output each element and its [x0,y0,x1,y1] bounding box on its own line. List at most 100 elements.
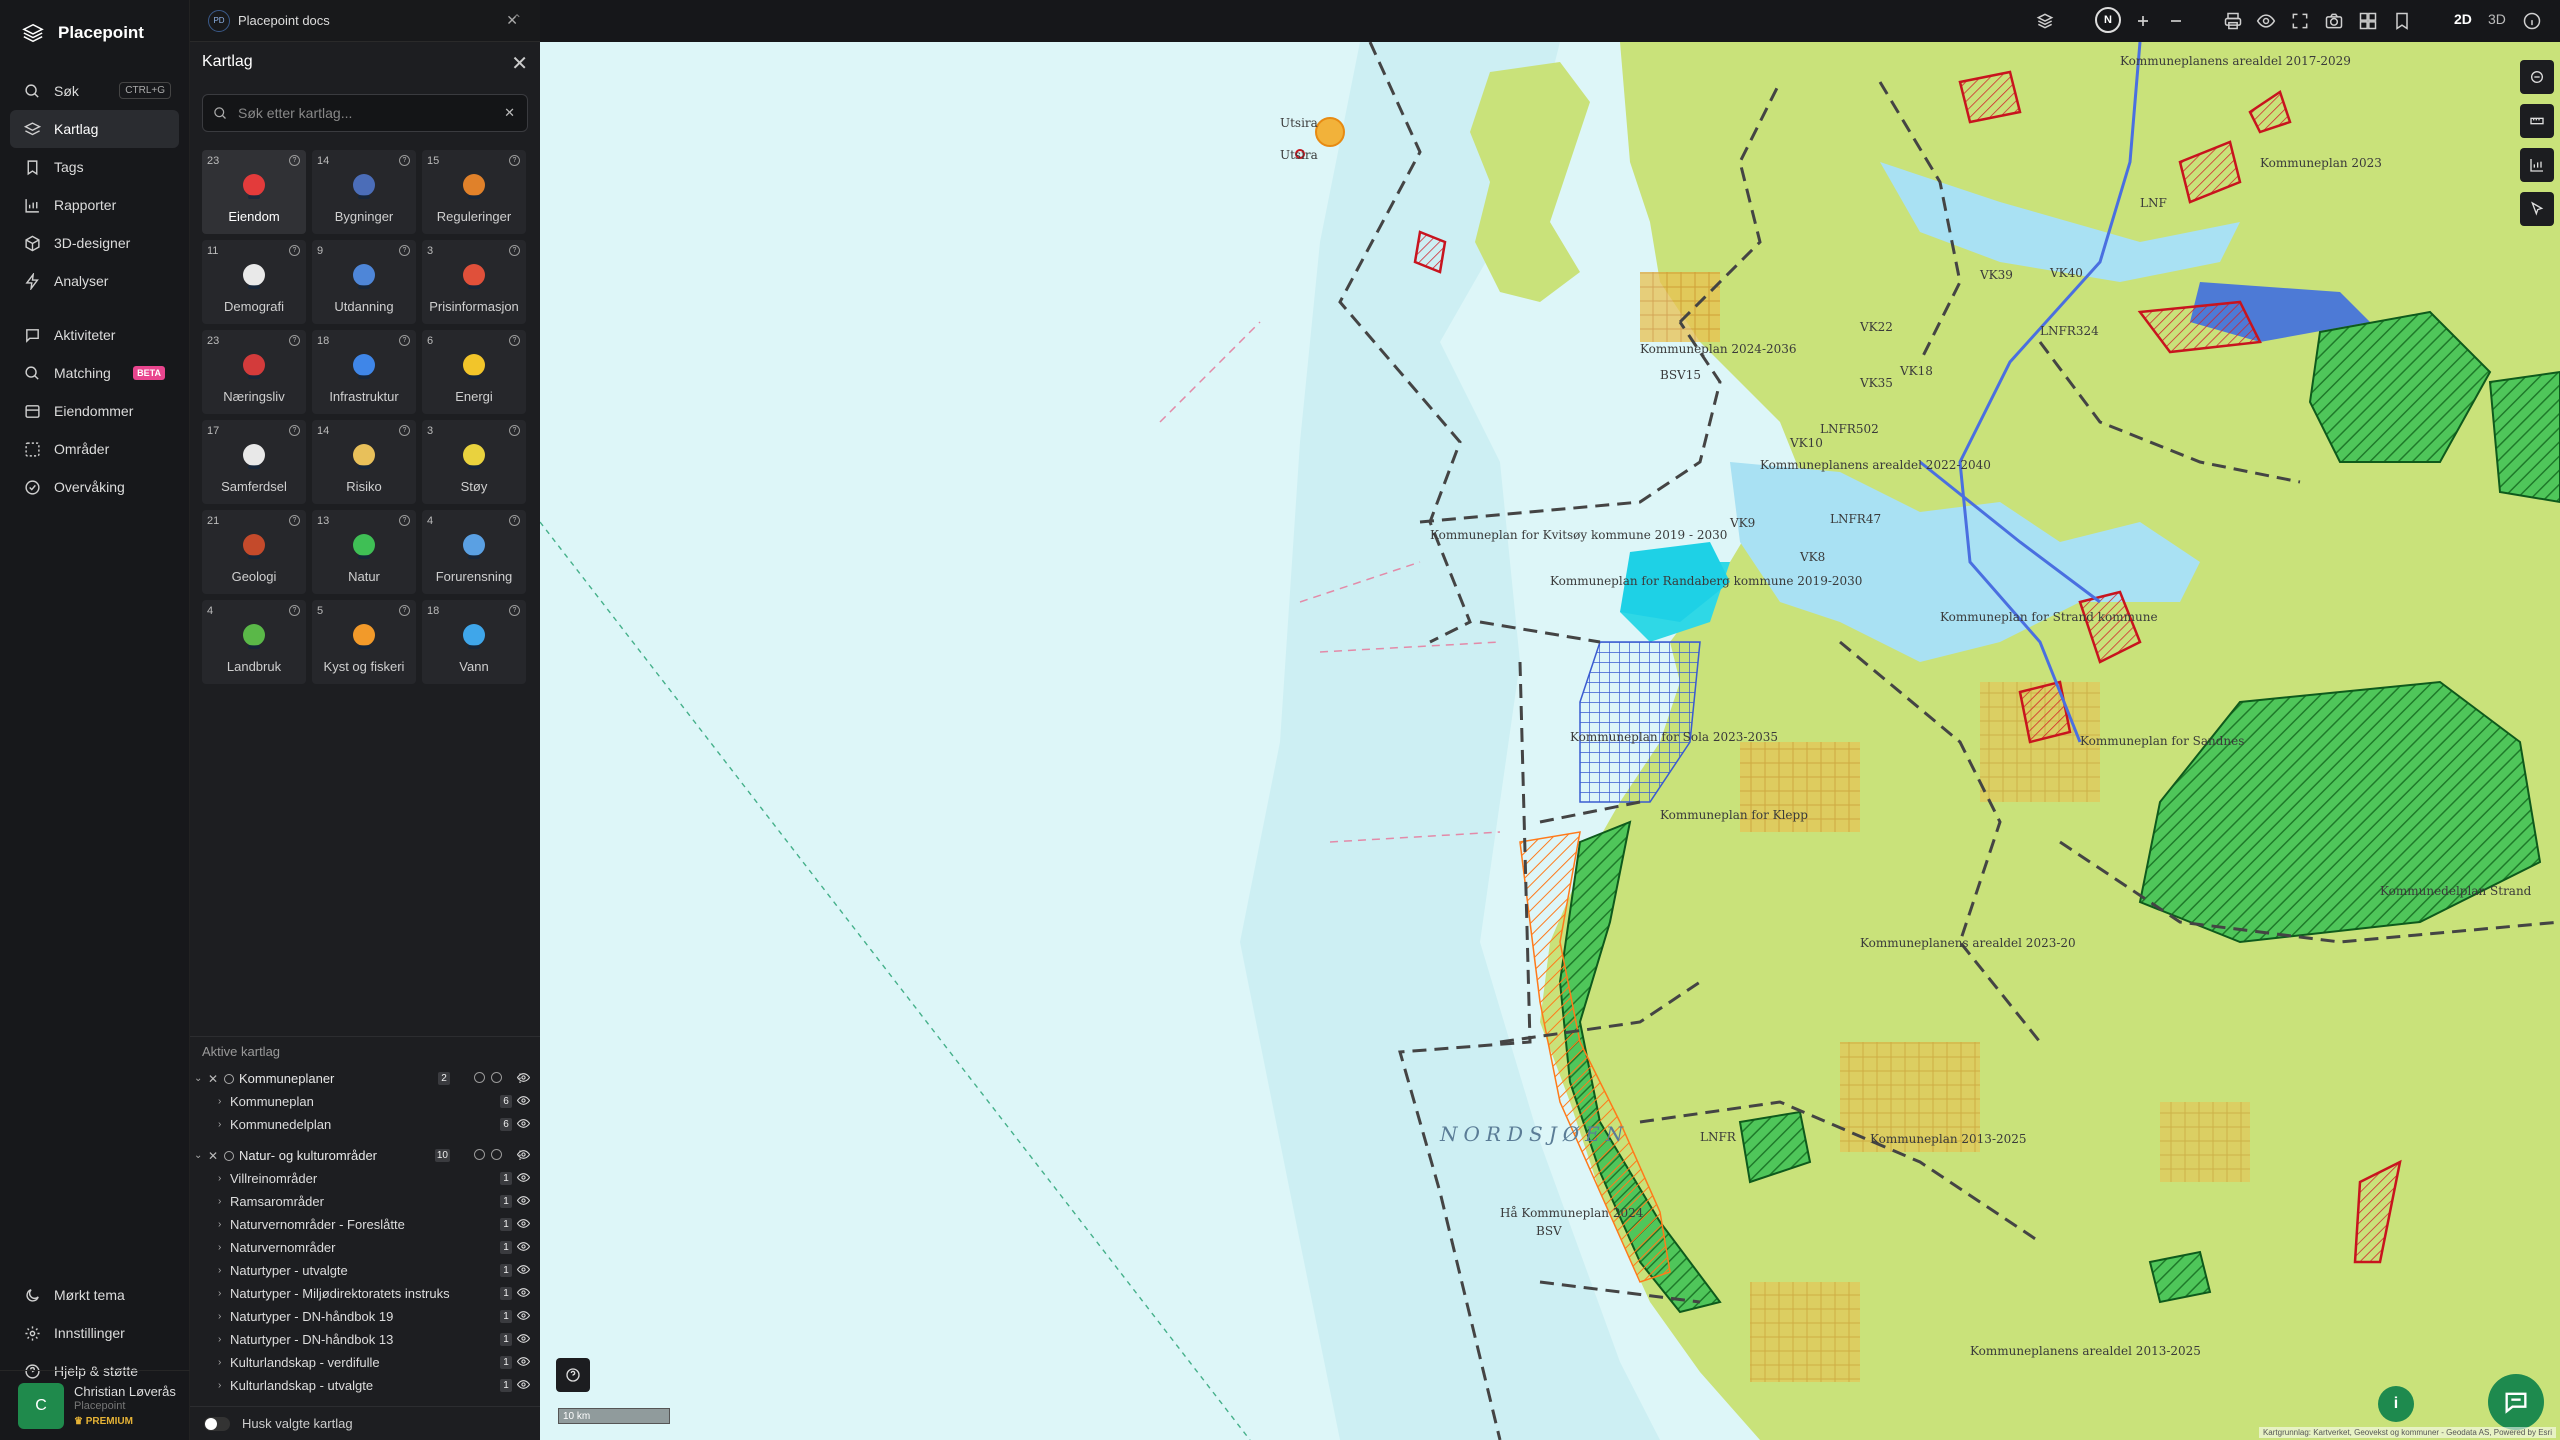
nav-item-overvaking[interactable]: Overvåking [10,468,179,506]
nav-item-aktiviteter[interactable]: Aktiviteter [10,316,179,354]
eye-icon[interactable] [517,1173,530,1182]
chevron-right-icon[interactable]: › [218,1173,230,1184]
layer-category-tile[interactable]: 14? Bygninger [312,150,416,234]
info-icon[interactable]: ? [399,605,410,616]
chart-tool-button[interactable] [2520,148,2554,182]
layer-row[interactable]: › Ramsarområder 1 [190,1190,540,1213]
info-icon[interactable]: ? [399,335,410,346]
layer-row[interactable]: › Naturtyper - Miljødirektoratets instruk… [190,1282,540,1305]
layer-row[interactable]: › Kulturlandskap - utvalgte 1 [190,1374,540,1397]
info-icon[interactable] [2522,11,2542,31]
layer-category-tile[interactable]: 3? Støy [422,420,526,504]
info-icon[interactable]: ? [289,155,300,166]
info-icon[interactable]: ? [509,155,520,166]
chevron-right-icon[interactable]: › [218,1357,230,1368]
remove-group-icon[interactable]: ✕ [208,1149,222,1163]
nav-item-tags[interactable]: Tags [10,148,179,186]
nav-item-eiendommer[interactable]: Eiendommer [10,392,179,430]
chevron-right-icon[interactable]: › [218,1265,230,1276]
opacity-icon[interactable] [474,1072,485,1083]
camera-icon[interactable] [2324,11,2344,31]
layer-row[interactable]: › Naturvernområder - Foreslåtte 1 [190,1213,540,1236]
layer-row[interactable]: › Naturtyper - DN-håndbok 13 1 [190,1328,540,1351]
eye-icon[interactable] [517,1196,530,1205]
info-icon[interactable]: ? [399,155,410,166]
map-help-button[interactable] [556,1358,590,1392]
nav-item-search[interactable]: Søk CTRL+G [10,72,179,110]
close-panel-button[interactable]: ✕ [511,51,528,76]
layer-category-tile[interactable]: 18? Vann [422,600,526,684]
info-icon[interactable]: ? [399,515,410,526]
info-icon[interactable]: ? [289,245,300,256]
eye-icon[interactable] [517,1288,530,1297]
eye-icon[interactable] [517,1357,530,1366]
layer-row[interactable]: › Naturvernområder 1 [190,1236,540,1259]
nav-item-dark-theme[interactable]: Mørkt tema [10,1276,180,1314]
layer-row[interactable]: › Naturtyper - utvalgte 1 [190,1259,540,1282]
eye-icon[interactable] [517,1334,530,1343]
layer-category-tile[interactable]: 5? Kyst og fiskeri [312,600,416,684]
layer-category-tile[interactable]: 11? Demografi [202,240,306,324]
brand[interactable]: Placepoint [0,0,189,66]
info-icon[interactable]: ? [509,245,520,256]
layer-category-tile[interactable]: 4? Landbruk [202,600,306,684]
opacity-icon[interactable] [474,1149,485,1160]
chevron-right-icon[interactable]: › [218,1096,230,1107]
layer-row[interactable]: › Kommuneplan 6 [190,1090,540,1113]
info-icon[interactable]: ? [399,245,410,256]
remember-toggle[interactable] [204,1416,230,1431]
layers-3d-icon[interactable] [2035,11,2055,31]
fullscreen-icon[interactable] [2290,11,2310,31]
nav-item-kartlag[interactable]: Kartlag [10,110,179,148]
info-icon[interactable]: ? [509,605,520,616]
draw-tool-button[interactable] [2520,60,2554,94]
eye-icon[interactable] [517,1242,530,1251]
select-tool-button[interactable] [2520,192,2554,226]
layer-category-tile[interactable]: 6? Energi [422,330,526,414]
measure-tool-button[interactable] [2520,104,2554,138]
eye-icon[interactable] [517,1119,530,1128]
print-icon[interactable] [2223,11,2243,31]
info-icon[interactable] [224,1150,234,1161]
map-canvas[interactable]: Utsira Utsira Kommuneplan 2024-2036 BSV15 Ko… [540,42,2560,1440]
layer-group-row[interactable]: ⌄ ✕ Natur- og kulturområder 10 ⋮ [190,1144,540,1167]
edit-icon[interactable] [491,1149,502,1160]
bookmark-icon[interactable] [2392,11,2412,31]
layer-category-tile[interactable]: 15? Reguleringer [422,150,526,234]
layer-row[interactable]: › Kommunedelplan 6 [190,1113,540,1136]
info-icon[interactable]: ? [509,515,520,526]
eye-icon[interactable] [517,1265,530,1274]
layer-category-tile[interactable]: 17? Samferdsel [202,420,306,504]
workspace-tab[interactable]: PD Placepoint docs ✕ [190,0,540,42]
remember-layers[interactable]: Husk valgte kartlag [190,1406,540,1440]
search-input[interactable]: Søk etter kartlag... [238,105,352,121]
chevron-updown-icon[interactable]: ⌃ [512,12,522,26]
layer-search[interactable]: Søk etter kartlag... ✕ [202,94,528,132]
nav-item-rapporter[interactable]: Rapporter [10,186,179,224]
layer-category-tile[interactable]: 9? Utdanning [312,240,416,324]
eye-icon[interactable] [517,1311,530,1320]
layer-row[interactable]: › Villreinområder 1 [190,1167,540,1190]
info-icon[interactable]: ? [289,335,300,346]
chevron-right-icon[interactable]: › [218,1219,230,1230]
layer-category-tile[interactable]: 14? Risiko [312,420,416,504]
nav-item-omrader[interactable]: Områder [10,430,179,468]
user-profile[interactable]: C Christian Løverås Placepoint ♛ PREMIUM [0,1370,190,1440]
chevron-down-icon[interactable]: ⌄ [194,1150,206,1161]
info-icon[interactable]: ? [509,335,520,346]
chevron-right-icon[interactable]: › [218,1242,230,1253]
chevron-right-icon[interactable]: › [218,1196,230,1207]
layer-row[interactable]: › Naturtyper - DN-håndbok 19 1 [190,1305,540,1328]
layer-row[interactable]: › Kulturlandskap - verdifulle 1 [190,1351,540,1374]
compass-button[interactable]: N [2095,7,2121,33]
layer-category-tile[interactable]: 4? Forurensning [422,510,526,594]
remove-group-icon[interactable]: ✕ [208,1072,222,1086]
chevron-right-icon[interactable]: › [218,1119,230,1130]
info-icon[interactable]: ? [289,425,300,436]
eye-icon[interactable] [517,1219,530,1228]
layer-category-tile[interactable]: 18? Infrastruktur [312,330,416,414]
edit-icon[interactable] [491,1072,502,1083]
clear-icon[interactable]: ✕ [504,105,515,121]
chevron-right-icon[interactable]: › [218,1288,230,1299]
eye-icon[interactable] [517,1096,530,1105]
